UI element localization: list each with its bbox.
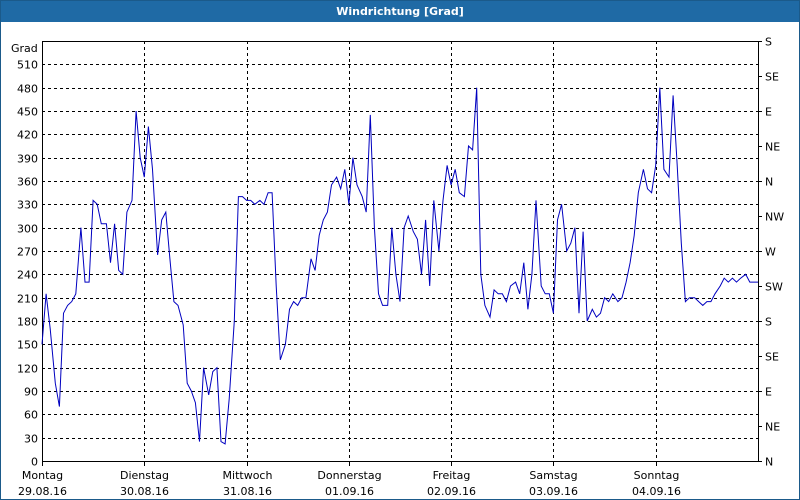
y2-tick-label: NE bbox=[765, 421, 780, 434]
y-tick-label: 450 bbox=[17, 106, 38, 119]
y-tick-label: 30 bbox=[24, 433, 38, 446]
y-tick-label: 120 bbox=[17, 363, 38, 376]
y2-tick-label: S bbox=[765, 316, 772, 329]
y2-tick-label: SW bbox=[765, 281, 783, 294]
y-tick-label: 360 bbox=[17, 176, 38, 189]
y-tick-label: 300 bbox=[17, 223, 38, 236]
grid-lines bbox=[42, 41, 758, 461]
y2-tick-label: NE bbox=[765, 141, 780, 154]
wind-direction-series-line bbox=[41, 87, 758, 445]
y-axis-label: Grad bbox=[11, 42, 38, 55]
x-tick-day: Freitag bbox=[433, 469, 471, 482]
y-tick-label: 270 bbox=[17, 246, 38, 259]
x-tick-day: Mittwoch bbox=[223, 469, 273, 482]
y-tick-label: 90 bbox=[24, 386, 38, 399]
y-tick-label: 150 bbox=[17, 339, 38, 352]
y2-tick-label: E bbox=[765, 106, 772, 119]
y-tick-label: 240 bbox=[17, 269, 38, 282]
x-tick-day: Donnerstag bbox=[317, 469, 381, 482]
wind-direction-chart: Grad 0 30 60 90 120 150 180 210 240 270 300 330 360 3… bbox=[11, 36, 784, 499]
x-tick-date: 04.09.16 bbox=[632, 485, 681, 498]
y2-tick-label: E bbox=[765, 386, 772, 399]
x-tick-day: Dienstag bbox=[120, 469, 169, 482]
x-tick-date: 01.09.16 bbox=[325, 485, 374, 498]
chart-window: Windrichtung [Grad] Grad 0 30 60 90 120 150 18… bbox=[0, 0, 800, 500]
x-tick-date: 03.09.16 bbox=[529, 485, 578, 498]
y-tick-label: 390 bbox=[17, 153, 38, 166]
x-tick-date: 02.09.16 bbox=[427, 485, 476, 498]
series-layer bbox=[41, 87, 758, 445]
y-tick-label: 210 bbox=[17, 293, 38, 306]
y-tick-label: 510 bbox=[17, 59, 38, 72]
plot-area bbox=[42, 41, 759, 462]
y-tick-label: 480 bbox=[17, 83, 38, 96]
y2-tick-label: N bbox=[765, 176, 773, 189]
x-tick-date: 31.08.16 bbox=[223, 485, 272, 498]
y2-tick-label: NW bbox=[765, 211, 784, 224]
y-tick-label: 60 bbox=[24, 409, 38, 422]
x-tick-date: 30.08.16 bbox=[120, 485, 169, 498]
y2-tick-label: W bbox=[765, 246, 776, 259]
x-tick-day: Montag bbox=[22, 469, 63, 482]
y-tick-label: 330 bbox=[17, 199, 38, 212]
y2-tick-label: N bbox=[765, 456, 773, 469]
y-tick-label: 0 bbox=[31, 456, 38, 469]
x-tick-date: 29.08.16 bbox=[18, 485, 67, 498]
y-tick-label: 180 bbox=[17, 316, 38, 329]
x-tick-day: Samstag bbox=[529, 469, 577, 482]
y2-tick-label: SE bbox=[765, 351, 779, 364]
y2-tick-label: SE bbox=[765, 71, 779, 84]
y2-tick-label: S bbox=[765, 36, 772, 49]
axis-labels: Grad 0 30 60 90 120 150 180 210 240 270 300 330 360 3… bbox=[11, 36, 784, 499]
x-tick-day: Sonntag bbox=[634, 469, 680, 482]
y-tick-label: 420 bbox=[17, 129, 38, 142]
